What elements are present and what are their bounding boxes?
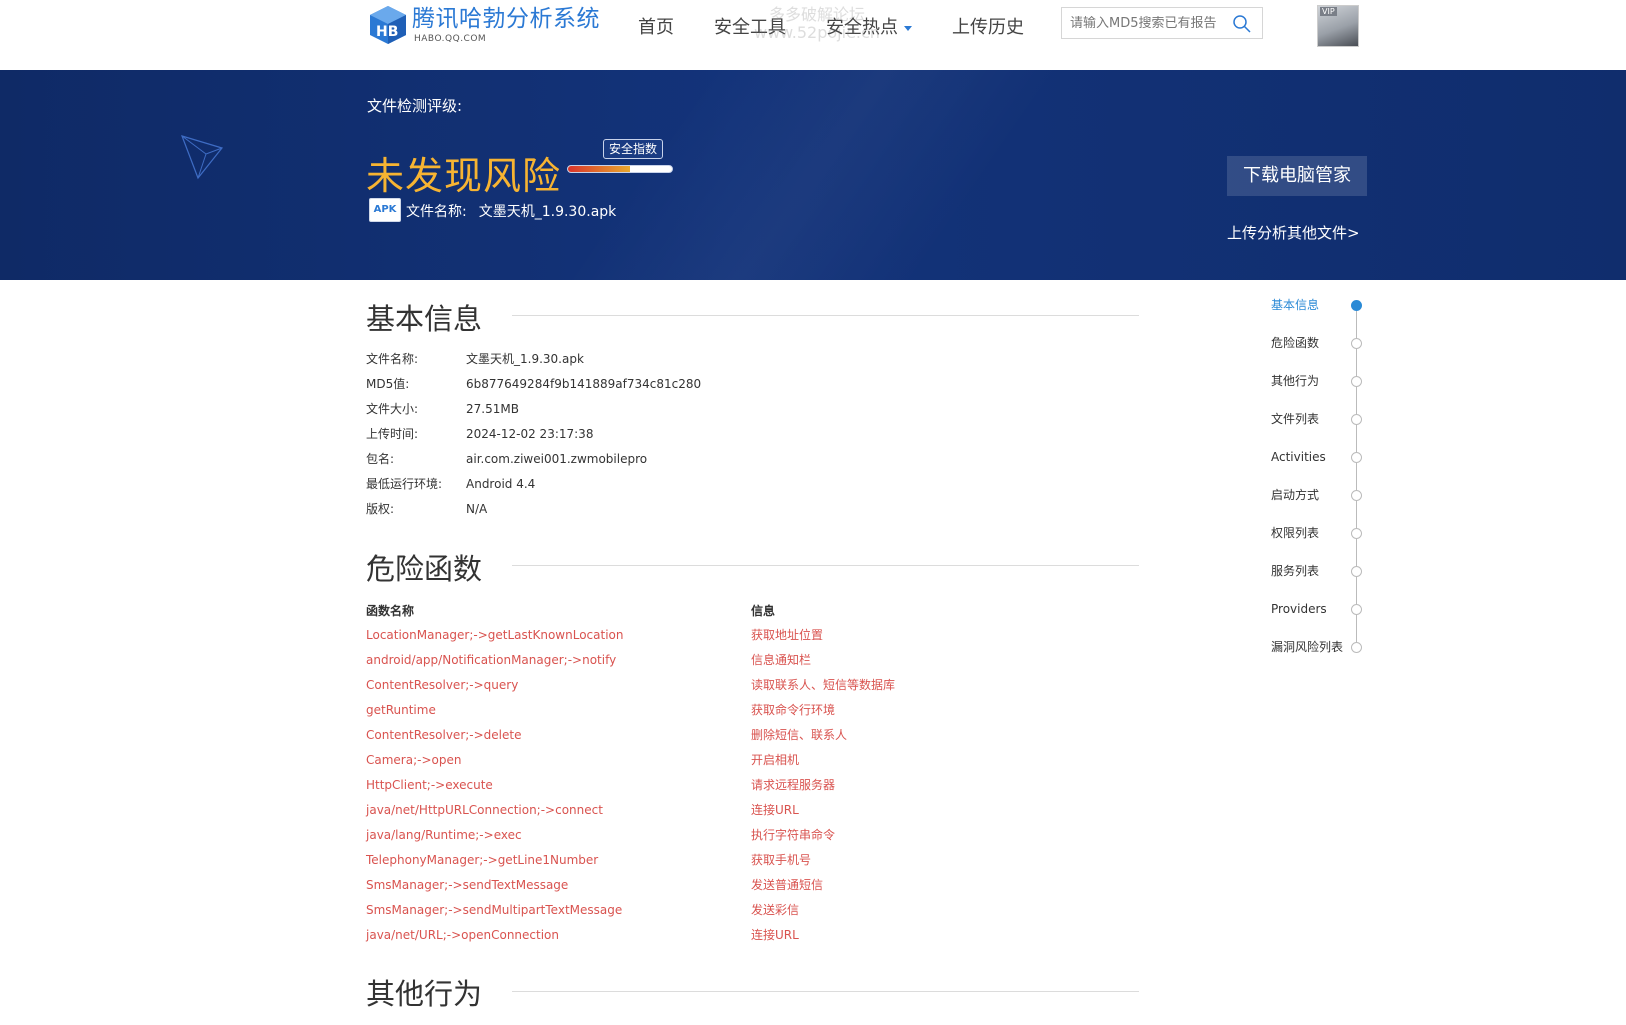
md5-search-input[interactable] [1070,15,1230,31]
nav-home[interactable]: 首页 [638,14,674,42]
vip-badge: VIP [1320,7,1337,16]
info-value: air.com.ziwei001.zwmobilepro [466,452,648,466]
section-title-other-behavior: 其他行为 [366,977,483,1011]
danger-function-name: LocationManager;->getLastKnownLocation [366,628,624,642]
decorative-triangle-icon [181,135,224,180]
search-icon[interactable] [1232,14,1252,34]
danger-function-info: 连接URL [751,928,799,942]
side-nav-dot-icon[interactable] [1351,376,1362,387]
side-nav-dot-active-icon[interactable] [1351,300,1362,311]
side-nav-dot-icon[interactable] [1351,604,1362,615]
danger-function-info: 获取手机号 [751,853,812,867]
danger-function-info: 读取联系人、短信等数据库 [751,678,896,692]
info-value: 文墨天机_1.9.30.apk [466,352,584,366]
nav-security-hotspots[interactable]: 安全热点 [826,14,912,42]
user-avatar[interactable]: VIP [1317,5,1359,47]
habo-logo[interactable]: HB 腾讯哈勃分析系统 HABO.QQ.COM [368,4,608,52]
banner-file-name: 文件名称: 文墨天机_1.9.30.apk [406,204,617,220]
danger-function-name: TelephonyManager;->getLine1Number [366,853,599,867]
side-nav-dot-icon[interactable] [1351,338,1362,349]
info-row: 包名: air.com.ziwei001.zwmobilepro [366,450,647,468]
apk-file-icon: APK [369,198,401,222]
section-divider [512,315,1139,316]
svg-text:HB: HB [376,24,398,40]
danger-function-info: 开启相机 [751,753,800,767]
side-nav-dot-icon[interactable] [1351,642,1362,653]
danger-function-info: 执行字符串命令 [751,828,836,842]
info-value: 2024-12-02 23:17:38 [466,427,594,441]
nav-security-tools[interactable]: 安全工具 [714,14,786,42]
danger-function-info: 发送彩信 [751,903,800,917]
section-divider [512,565,1139,566]
danger-function-name: getRuntime [366,703,436,717]
danger-function-info: 连接URL [751,803,799,817]
info-value: Android 4.4 [466,477,536,491]
danger-function-name: ContentResolver;->query [366,678,519,692]
top-header: HB 腾讯哈勃分析系统 HABO.QQ.COM 首页 安全工具 安全热点 上传历… [0,0,1626,70]
info-key: 文件名称: [366,352,419,366]
danger-function-name: java/net/URL;->openConnection [366,928,560,942]
info-value: 27.51MB [466,402,519,416]
side-nav-timeline [1356,305,1357,646]
info-value: N/A [466,502,488,516]
risk-result: 未发现风险 [366,154,562,198]
info-key: 包名: [366,452,395,466]
danger-function-name: SmsManager;->sendMultipartTextMessage [366,903,623,917]
section-divider [512,991,1139,992]
security-index-badge: 安全指数 [603,139,664,159]
side-nav-dot-icon[interactable] [1351,566,1362,577]
column-header-info: 信息 [751,604,776,618]
result-banner: 文件检测评级: 未发现风险 安全指数 APK 文件名称: 文墨天机_1.9.30.… [0,70,1626,280]
danger-function-name: ContentResolver;->delete [366,728,522,742]
info-value: 6b877649284f9b141889af734c81c280 [466,377,702,391]
danger-function-name: HttpClient;->execute [366,778,493,792]
danger-function-name: Camera;->open [366,753,462,767]
logo-title: 腾讯哈勃分析系统 [412,6,600,32]
security-index-bar [567,165,673,173]
search-box [1061,7,1263,39]
danger-function-info: 获取地址位置 [751,628,824,642]
danger-function-info: 获取命令行环境 [751,703,836,717]
danger-function-info: 信息通知栏 [751,653,812,667]
info-row: 版权: N/A [366,500,487,518]
danger-function-info: 请求远程服务器 [751,778,836,792]
habo-cube-logo-icon: HB [368,4,408,46]
info-row: 文件大小: 27.51MB [366,400,519,418]
info-key: MD5值: [366,377,410,391]
nav-upload-history[interactable]: 上传历史 [952,14,1024,42]
download-pc-manager-button[interactable]: 下载电脑管家 [1227,156,1367,196]
danger-function-name: SmsManager;->sendTextMessage [366,878,569,892]
danger-function-name: android/app/NotificationManager;->notify [366,653,617,667]
info-row: 文件名称: 文墨天机_1.9.30.apk [366,350,584,368]
side-nav-dot-icon[interactable] [1351,414,1362,425]
caret-down-icon [904,25,912,31]
danger-function-name: java/lang/Runtime;->exec [366,828,522,842]
info-row: 最低运行环境: Android 4.4 [366,475,535,493]
logo-subtitle: HABO.QQ.COM [414,34,487,44]
section-title-danger-functions: 危险函数 [366,552,483,586]
rating-label: 文件检测评级: [367,97,463,115]
info-key: 最低运行环境: [366,477,443,491]
upload-other-file-link[interactable]: 上传分析其他文件> [1227,222,1360,243]
info-key: 上传时间: [366,427,419,441]
section-title-basic-info: 基本信息 [366,302,483,336]
danger-function-info: 删除短信、联系人 [751,728,848,742]
side-nav-dot-icon[interactable] [1351,452,1362,463]
info-row: MD5值: 6b877649284f9b141889af734c81c280 [366,375,701,393]
info-key: 版权: [366,502,395,516]
side-nav-dot-icon[interactable] [1351,528,1362,539]
danger-function-info: 发送普通短信 [751,878,824,892]
danger-function-name: java/net/HttpURLConnection;->connect [366,803,603,817]
security-index-fill [568,166,631,172]
info-row: 上传时间: 2024-12-02 23:17:38 [366,425,593,443]
side-nav-dot-icon[interactable] [1351,490,1362,501]
info-key: 文件大小: [366,402,419,416]
column-header-function-name: 函数名称 [366,604,415,618]
main-nav: 首页 安全工具 安全热点 上传历史 [638,14,1064,42]
